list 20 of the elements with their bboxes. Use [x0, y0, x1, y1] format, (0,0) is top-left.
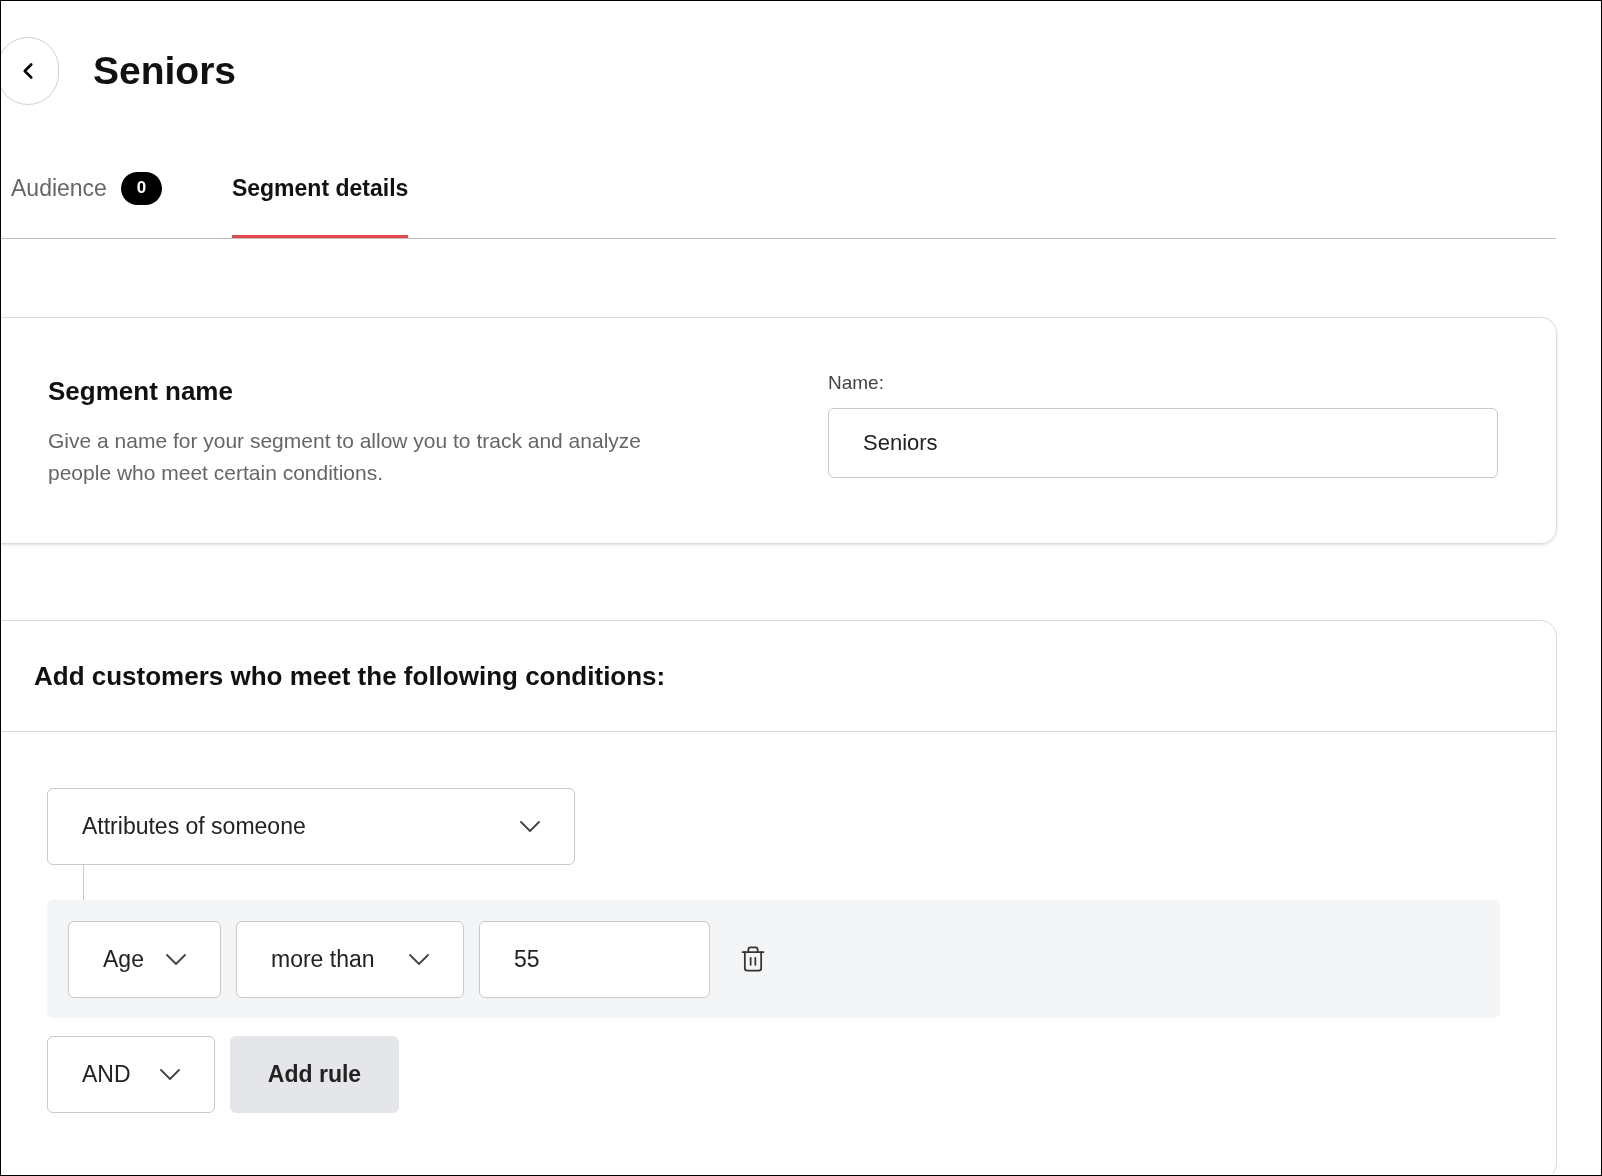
chevron-down-icon — [409, 953, 429, 965]
section-description: Give a name for your segment to allow you to track and analyze people who meet certain conditions. — [48, 428, 642, 486]
chevron-down-icon — [160, 1069, 180, 1080]
count-badge: 0 — [120, 171, 162, 205]
operator-select[interactable]: more than — [236, 920, 464, 998]
combinator-select[interactable]: AND — [47, 1036, 215, 1113]
value-input[interactable]: 55 — [479, 920, 710, 998]
attribute-select[interactable]: Age — [68, 920, 221, 998]
chevron-down-icon — [520, 821, 540, 832]
name-input[interactable]: Seniors — [828, 407, 1498, 478]
tab[interactable]: Segment details — [231, 141, 409, 238]
section-title: Add customers who meet the following conditions: — [34, 659, 666, 693]
field-label: Name: — [828, 371, 885, 396]
group-select[interactable]: Attributes of someone — [47, 788, 575, 865]
page-title: Seniors — [93, 47, 237, 94]
tab[interactable]: Audience 0 — [11, 141, 162, 238]
chevron-down-icon — [166, 953, 186, 965]
trash-icon — [739, 945, 767, 973]
add-rule-button[interactable]: Add rule — [230, 1036, 399, 1113]
section-title: Segment name — [48, 375, 234, 408]
